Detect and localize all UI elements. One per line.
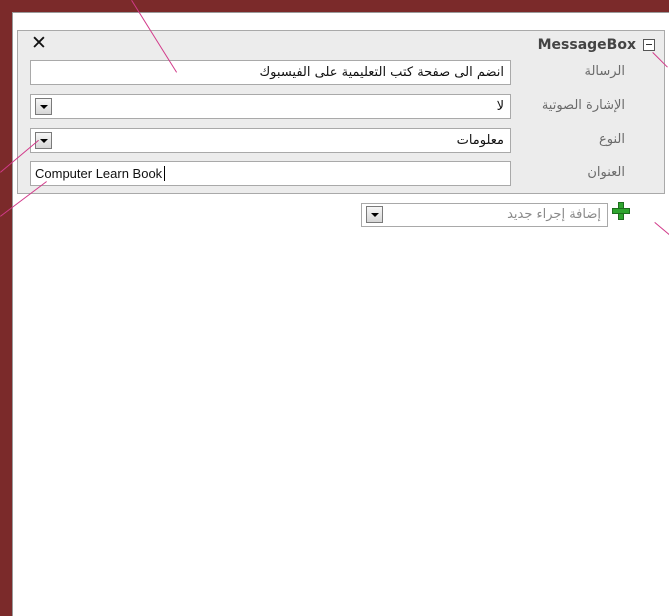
message-label: الرسالة — [584, 64, 625, 79]
type-select[interactable]: معلومات — [30, 128, 511, 153]
text-caret — [164, 166, 165, 181]
beep-select[interactable]: لا — [30, 94, 511, 119]
type-label: النوع — [599, 132, 625, 147]
message-value: انضم الى صفحة كتب التعليمية على الفيسبوك — [259, 65, 504, 80]
message-field[interactable]: انضم الى صفحة كتب التعليمية على الفيسبوك — [30, 60, 511, 85]
chevron-down-icon[interactable] — [366, 206, 383, 223]
close-icon[interactable]: ✕ — [31, 34, 47, 53]
macro-action-title: MessageBox — [537, 37, 636, 53]
plus-icon[interactable] — [612, 202, 630, 220]
beep-value: لا — [496, 99, 504, 114]
add-action-select[interactable]: إضافة إجراء جديد — [361, 203, 608, 227]
type-value: معلومات — [456, 133, 504, 148]
title-value: Computer Learn Book — [35, 166, 163, 181]
title-field[interactable]: Computer Learn Book — [30, 161, 511, 186]
collapse-icon[interactable] — [643, 39, 655, 51]
beep-label: الإشارة الصوتية — [541, 98, 625, 113]
add-action-placeholder: إضافة إجراء جديد — [507, 207, 601, 222]
chevron-down-icon[interactable] — [35, 98, 52, 115]
title-label: العنوان — [587, 165, 625, 180]
